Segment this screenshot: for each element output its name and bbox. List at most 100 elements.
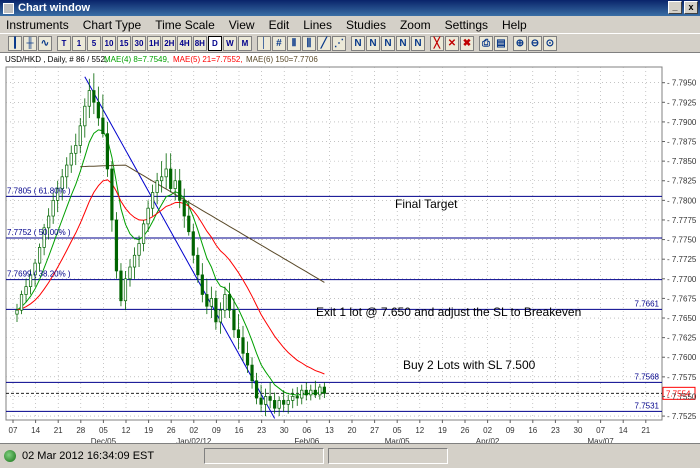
candle-body (151, 192, 155, 209)
x-tick-label: 05 (99, 426, 108, 435)
y-tick-label: - 7.7950 (667, 79, 697, 88)
connection-status-icon (4, 450, 16, 462)
menu-view[interactable]: View (229, 18, 255, 32)
status-panel-2 (328, 448, 449, 464)
candle-body (173, 180, 177, 189)
print-icon[interactable]: ⎙ (478, 35, 493, 51)
y-tick-label: - 7.7550 (667, 392, 697, 401)
x-tick-label: 13 (325, 426, 334, 435)
candle-body (137, 243, 141, 256)
x-tick-label: 07 (596, 426, 605, 435)
draw-tool-5-icon[interactable]: Ν (410, 35, 425, 51)
y-tick-label: - 7.7575 (667, 373, 697, 382)
candle-body (38, 247, 42, 264)
line-chart-icon[interactable]: ∿ (38, 35, 52, 51)
y-tick-label: - 7.7625 (667, 334, 697, 343)
toolbar: ┃ ╫ ∿ T 1 5 10 15 30 1H 2H 4H 8H D W M │… (0, 33, 700, 53)
timeframe-1m-button[interactable]: 1 (72, 35, 86, 51)
zoom-reset-icon[interactable]: ⊙ (542, 35, 557, 51)
y-tick-label: - 7.7925 (667, 98, 697, 107)
y-tick-label: - 7.7650 (667, 314, 697, 323)
x-tick-label: 09 (506, 426, 515, 435)
level-label: 7.7661 (635, 299, 660, 308)
trend-line-icon[interactable]: ╱ (316, 35, 331, 51)
delete-line-icon[interactable]: ╳ (429, 35, 444, 51)
close-button[interactable]: x (684, 1, 698, 14)
menu-instruments[interactable]: Instruments (6, 18, 69, 32)
bars-alt-icon[interactable]: ⫼ (301, 35, 316, 51)
draw-tool-4-icon[interactable]: Ν (395, 35, 410, 51)
candle-body (291, 396, 295, 401)
candle-body (232, 309, 236, 331)
timeframe-8h-button[interactable]: 8H (192, 35, 207, 51)
menu-time-scale[interactable]: Time Scale (155, 18, 215, 32)
chart-area[interactable]: 7.7805 ( 61.80% ) 7.7752 ( 50.00% ) 7.7699… (0, 53, 700, 446)
candle-body (169, 168, 173, 189)
x-tick-label: 12 (122, 426, 131, 435)
candle-body (87, 90, 91, 107)
timeframe-5m-button[interactable]: 5 (87, 35, 101, 51)
x-tick-label: 02 (483, 426, 492, 435)
menu-studies[interactable]: Studies (346, 18, 386, 32)
bars-icon[interactable]: ⫴ (286, 35, 301, 51)
draw-tool-2-icon[interactable]: Ν (365, 35, 380, 51)
minimize-button[interactable]: _ (668, 1, 682, 14)
x-tick-label: 30 (280, 426, 289, 435)
candle-body (218, 309, 222, 323)
candlestick-chart-icon[interactable]: ┃ (8, 35, 22, 51)
zoom-in-icon[interactable]: ⊕ (512, 35, 527, 51)
timeframe-4h-button[interactable]: 4H (177, 35, 192, 51)
candle-body (65, 164, 69, 178)
y-tick-label: - 7.7600 (667, 353, 697, 362)
menu-bar: Instruments Chart Type Time Scale View E… (0, 16, 700, 33)
price-chart[interactable]: 7.7805 ( 61.80% ) 7.7752 ( 50.00% ) 7.7699… (0, 53, 700, 446)
timeframe-weekly-button[interactable]: W (222, 35, 237, 51)
candle-body (105, 133, 109, 170)
draw-tool-3-icon[interactable]: Ν (380, 35, 395, 51)
candle-body (304, 389, 308, 396)
timeframe-30m-button[interactable]: 30 (132, 35, 146, 51)
candle-body (123, 278, 128, 302)
candle-body (250, 364, 254, 382)
x-tick-label: 23 (257, 426, 266, 435)
candle-body (264, 396, 268, 405)
menu-lines[interactable]: Lines (303, 18, 332, 32)
menu-help[interactable]: Help (502, 18, 527, 32)
candle-body (313, 389, 317, 396)
menu-edit[interactable]: Edit (269, 18, 290, 32)
candle-body (182, 200, 186, 217)
fan-icon[interactable]: ⋰ (331, 35, 346, 51)
candle-body (223, 294, 227, 311)
legend-mae5: MAE(5) 21=7.7552, (173, 55, 243, 64)
timeframe-1h-button[interactable]: 1H (147, 35, 162, 51)
level-label: 7.7568 (635, 372, 660, 381)
grid-icon[interactable]: # (271, 35, 286, 51)
candle-body (69, 152, 73, 166)
timeframe-2h-button[interactable]: 2H (162, 35, 177, 51)
draw-tool-1-icon[interactable]: Ν (350, 35, 365, 51)
level-label: 7.7531 (635, 401, 660, 410)
properties-icon[interactable]: ▤ (493, 35, 508, 51)
remove-icon[interactable]: ✕ (444, 35, 459, 51)
timeframe-15m-button[interactable]: 15 (117, 35, 131, 51)
x-tick-label: 09 (212, 426, 221, 435)
timeframe-tick-button[interactable]: T (57, 35, 71, 51)
vertical-line-icon[interactable]: │ (256, 35, 271, 51)
bar-chart-icon[interactable]: ╫ (23, 35, 37, 51)
candle-body (15, 309, 19, 315)
x-tick-label: 07 (9, 426, 18, 435)
timeframe-daily-button[interactable]: D (207, 35, 222, 51)
timeframe-monthly-button[interactable]: M (237, 35, 252, 51)
candle-body (286, 400, 290, 405)
menu-settings[interactable]: Settings (445, 18, 488, 32)
x-tick-label: 28 (76, 426, 85, 435)
zoom-out-icon[interactable]: ⊖ (527, 35, 542, 51)
menu-chart-type[interactable]: Chart Type (83, 18, 141, 32)
menu-zoom[interactable]: Zoom (400, 18, 431, 32)
level-label: 7.7699 ( 38.20% ) (7, 270, 71, 279)
clear-all-icon[interactable]: ✖ (459, 35, 474, 51)
candle-body (268, 396, 272, 401)
x-tick-label: 14 (31, 426, 40, 435)
timeframe-10m-button[interactable]: 10 (102, 35, 116, 51)
y-tick-label: - 7.7825 (667, 177, 697, 186)
